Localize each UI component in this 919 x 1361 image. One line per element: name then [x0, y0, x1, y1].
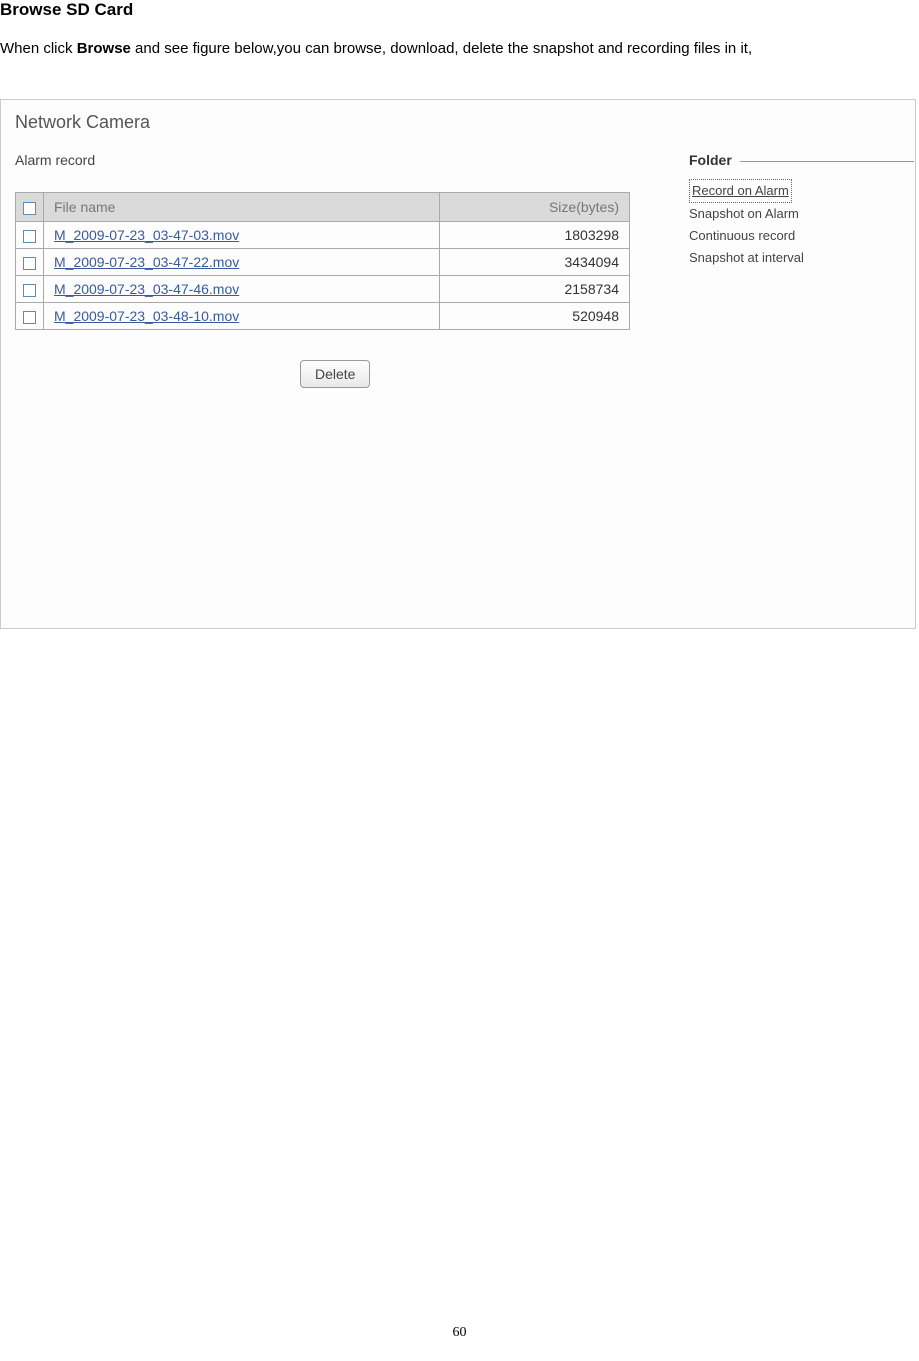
size-cell: 1803298	[440, 222, 630, 249]
folder-list: Record on Alarm Snapshot on Alarm Contin…	[689, 179, 914, 269]
folder-item-snapshot-at-interval[interactable]: Snapshot at interval	[689, 247, 914, 269]
checkbox-icon[interactable]	[23, 202, 36, 215]
delete-button[interactable]: Delete	[300, 360, 370, 388]
side-panel-header: Folder	[689, 152, 914, 169]
table-row: M_2009-07-23_03-47-46.mov 2158734	[16, 276, 630, 303]
checkbox-icon[interactable]	[23, 284, 36, 297]
intro-bold: Browse	[77, 40, 131, 57]
row-checkbox[interactable]	[16, 249, 44, 276]
table-row: M_2009-07-23_03-47-03.mov 1803298	[16, 222, 630, 249]
checkbox-icon[interactable]	[23, 311, 36, 324]
section-heading: Alarm record	[15, 152, 675, 168]
intro-prefix: When click	[0, 40, 77, 57]
filename-cell: M_2009-07-23_03-48-10.mov	[44, 303, 440, 330]
folder-item-continuous-record[interactable]: Continuous record	[689, 225, 914, 247]
folder-item-label: Record on Alarm	[689, 179, 792, 203]
checkbox-icon[interactable]	[23, 257, 36, 270]
side-panel-divider	[739, 161, 914, 162]
file-link[interactable]: M_2009-07-23_03-47-46.mov	[54, 281, 239, 297]
folder-item-snapshot-on-alarm[interactable]: Snapshot on Alarm	[689, 203, 914, 225]
file-link[interactable]: M_2009-07-23_03-48-10.mov	[54, 308, 239, 324]
header-size: Size(bytes)	[440, 193, 630, 222]
checkbox-icon[interactable]	[23, 230, 36, 243]
file-link[interactable]: M_2009-07-23_03-47-22.mov	[54, 254, 239, 270]
screenshot-figure: Network Camera Alarm record File name Si…	[0, 99, 916, 629]
filename-cell: M_2009-07-23_03-47-46.mov	[44, 276, 440, 303]
size-cell: 520948	[440, 303, 630, 330]
filename-cell: M_2009-07-23_03-47-03.mov	[44, 222, 440, 249]
size-cell: 3434094	[440, 249, 630, 276]
table-header-row: File name Size(bytes)	[16, 193, 630, 222]
table-row: M_2009-07-23_03-48-10.mov 520948	[16, 303, 630, 330]
table-row: M_2009-07-23_03-47-22.mov 3434094	[16, 249, 630, 276]
main-panel: Alarm record File name Size(bytes) M_200…	[15, 152, 675, 388]
header-filename: File name	[44, 193, 440, 222]
size-cell: 2158734	[440, 276, 630, 303]
row-checkbox[interactable]	[16, 303, 44, 330]
row-checkbox[interactable]	[16, 222, 44, 249]
side-panel-title: Folder	[689, 152, 740, 168]
folder-item-record-on-alarm[interactable]: Record on Alarm	[689, 179, 914, 203]
file-link[interactable]: M_2009-07-23_03-47-03.mov	[54, 227, 239, 243]
header-checkbox-col[interactable]	[16, 193, 44, 222]
intro-suffix: and see figure below,you can browse, dow…	[131, 40, 752, 57]
filename-cell: M_2009-07-23_03-47-22.mov	[44, 249, 440, 276]
app-title: Network Camera	[15, 112, 150, 133]
row-checkbox[interactable]	[16, 276, 44, 303]
side-panel: Folder Record on Alarm Snapshot on Alarm…	[689, 152, 914, 269]
file-table: File name Size(bytes) M_2009-07-23_03-47…	[15, 192, 630, 330]
page-title: Browse SD Card	[0, 0, 919, 20]
page-number: 60	[0, 1325, 919, 1341]
intro-text: When click Browse and see figure below,y…	[0, 38, 919, 59]
